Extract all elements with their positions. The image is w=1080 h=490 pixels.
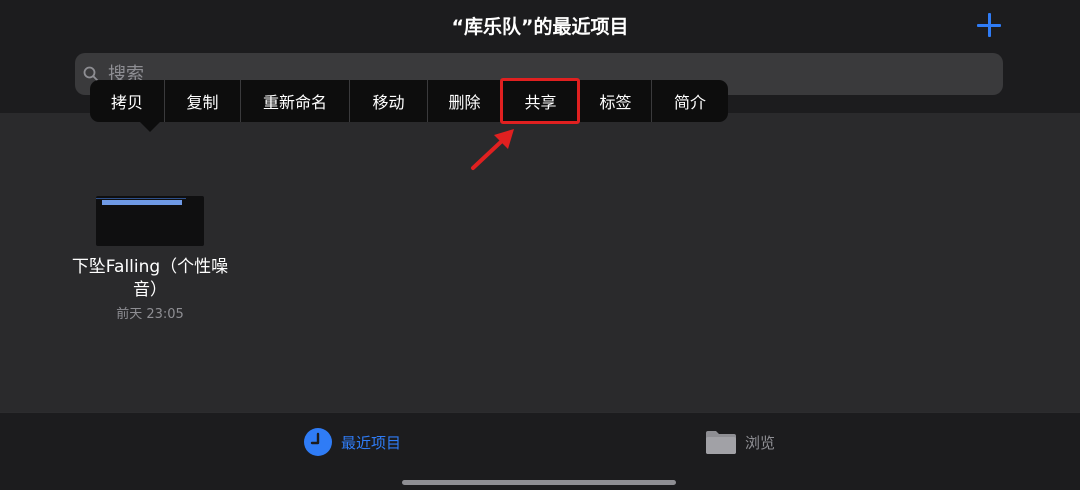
menu-item-delete[interactable]: 删除	[428, 80, 502, 122]
menu-item-tags[interactable]: 标签	[580, 80, 652, 122]
annotation-arrow-icon	[471, 129, 514, 170]
menu-item-rename[interactable]: 重新命名	[241, 80, 350, 122]
menu-item-duplicate[interactable]: 复制	[165, 80, 241, 122]
file-thumbnail[interactable]	[96, 196, 204, 246]
menu-item-info[interactable]: 简介	[652, 80, 728, 122]
home-indicator[interactable]	[402, 480, 676, 485]
tab-recents[interactable]: 最近项目	[303, 427, 401, 457]
context-menu: 拷贝 复制 重新命名 移动 删除 共享 标签 简介	[90, 80, 728, 122]
tab-recents-label: 最近项目	[341, 433, 402, 452]
clock-icon	[304, 428, 332, 456]
menu-item-share[interactable]: 共享	[502, 80, 580, 122]
tab-browse[interactable]: 浏览	[705, 427, 775, 457]
tab-browse-label: 浏览	[745, 433, 776, 452]
page-title: “库乐队”的最近项目	[451, 16, 629, 38]
menu-item-move[interactable]: 移动	[350, 80, 428, 122]
plus-icon[interactable]	[976, 12, 1002, 38]
thumbnail-track-line	[96, 198, 186, 199]
file-name[interactable]: 下坠Falling（个性噪音）	[70, 256, 230, 302]
folder-icon	[706, 431, 736, 454]
thumbnail-region	[102, 200, 182, 205]
menu-item-copy[interactable]: 拷贝	[90, 80, 165, 122]
files-screen: “库乐队”的最近项目 拷贝 复制 重新命名 移动 删除 共享 标签 简介 下坠F…	[0, 0, 1080, 490]
menu-pointer	[140, 122, 160, 132]
file-date: 前天 23:05	[116, 307, 184, 322]
tab-bar: 最近项目 浏览	[0, 412, 1080, 490]
